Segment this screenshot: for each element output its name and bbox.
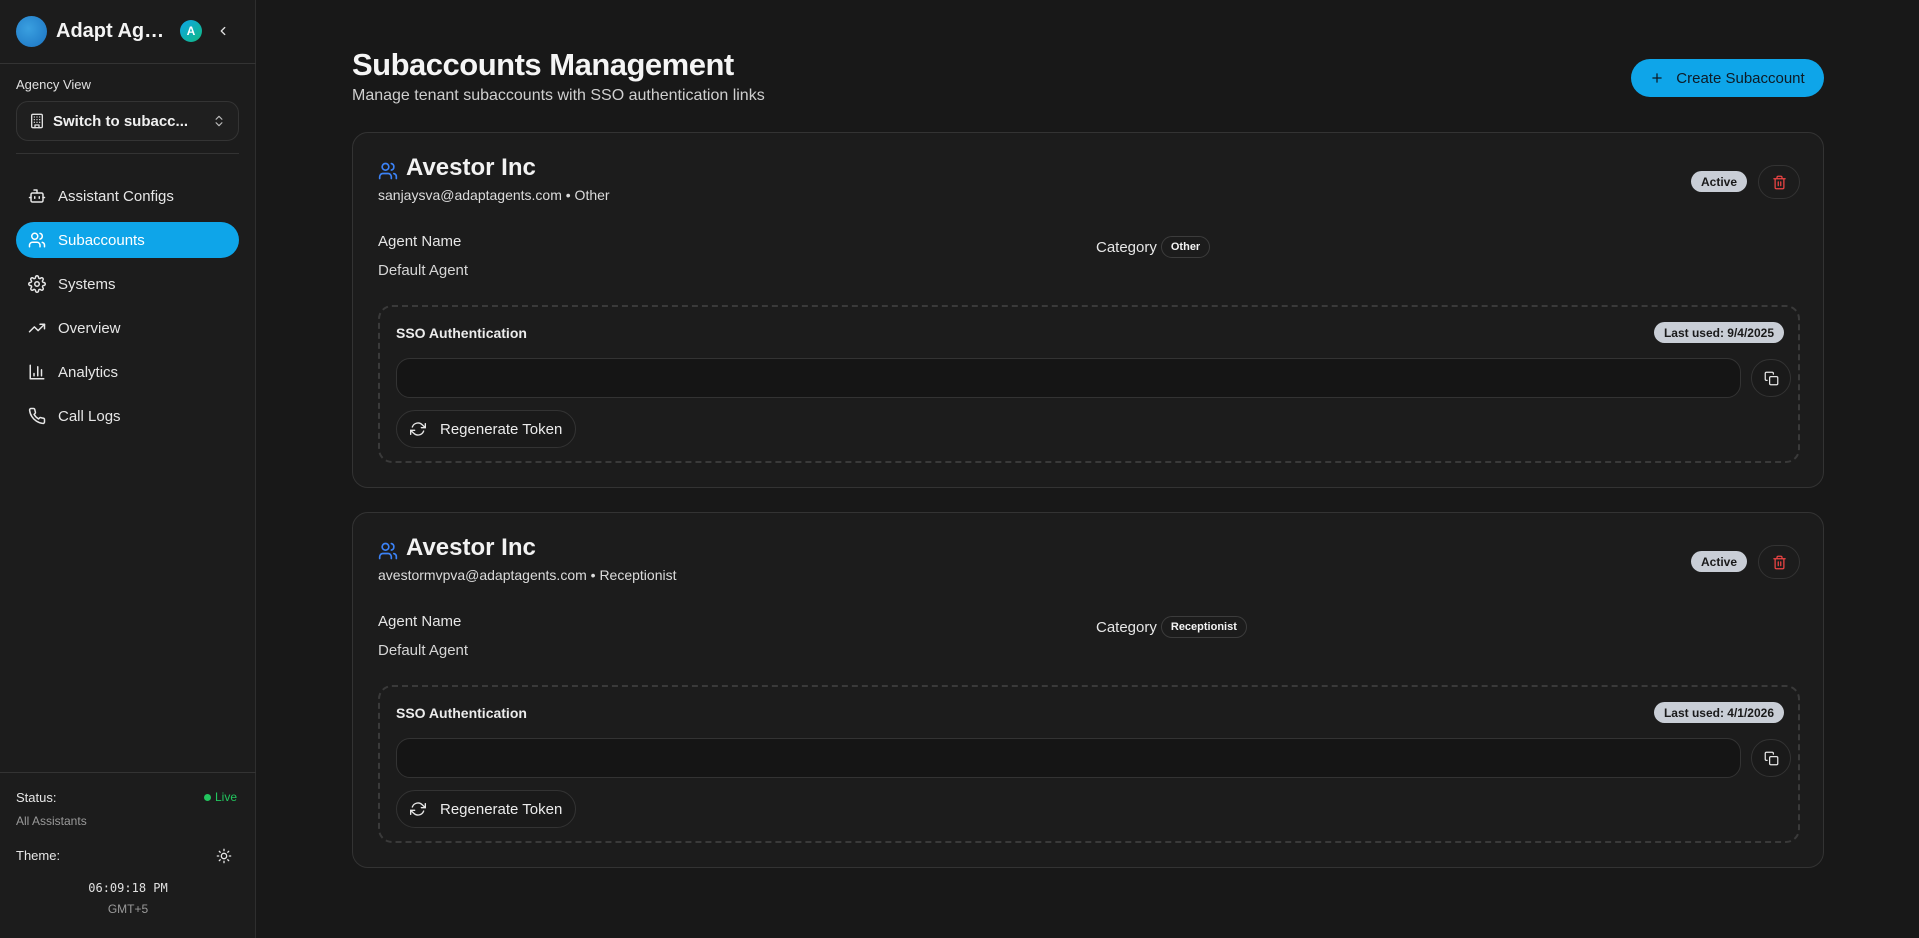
brand-name: Adapt Agents [56, 19, 174, 42]
status-label: Status: [16, 790, 57, 805]
sun-icon [216, 848, 232, 864]
users-icon [378, 542, 398, 560]
subaccount-switcher[interactable]: Switch to subacc... [16, 101, 239, 141]
bot-icon [28, 189, 46, 203]
users-icon [28, 232, 46, 248]
phone-icon [28, 407, 46, 425]
status-badge: Active [1691, 171, 1748, 192]
status-badge: Live [204, 790, 237, 804]
bar-chart-icon [29, 364, 45, 380]
sidebar-item-label: Call Logs [58, 407, 121, 425]
refresh-icon [410, 802, 426, 816]
theme-label: Theme: [16, 848, 61, 863]
brand[interactable]: Adapt Agents A [16, 15, 202, 47]
sidebar-item-systems[interactable]: Systems [16, 266, 239, 302]
category-chip: Other [1160, 236, 1211, 258]
sidebar-item-label: Analytics [58, 363, 119, 381]
delete-subaccount-button[interactable] [1758, 545, 1800, 579]
chevron-left-icon [220, 26, 226, 36]
sidebar-item-label: Systems [58, 275, 116, 293]
theme-toggle-button[interactable] [214, 846, 234, 866]
sidebar-item-label: Subaccounts [58, 231, 145, 249]
sso-title: SSO Authentication [396, 325, 527, 341]
trash-icon [1772, 175, 1786, 189]
category: Category Other [1096, 236, 1211, 258]
sidebar-item-label: Overview [58, 319, 121, 337]
building-icon [31, 113, 43, 129]
collapse-sidebar-button[interactable] [212, 20, 234, 42]
sidebar-item-call-logs[interactable]: Call Logs [16, 398, 239, 434]
create-subaccount-label: Create Subaccount [1676, 69, 1805, 87]
timezone: GMT+5 [107, 902, 149, 916]
sidebar: Adapt Agents A Agency View Switch to sub… [0, 0, 256, 938]
divider [0, 63, 256, 64]
category-label: Category [1096, 618, 1157, 636]
live-dot-icon [204, 793, 211, 801]
regenerate-token-label: Regenerate Token [440, 420, 563, 438]
subaccount-card: Avestor Inc avestormvpva@adaptagents.com… [352, 512, 1824, 868]
trending-up-icon [28, 323, 46, 333]
create-subaccount-button[interactable]: Create Subaccount [1631, 59, 1824, 97]
page-subtitle: Manage tenant subaccounts with SSO authe… [352, 87, 765, 104]
agent-name-value: Default Agent [378, 262, 469, 279]
regenerate-token-button[interactable]: Regenerate Token [396, 790, 577, 828]
plus-icon [1652, 73, 1663, 83]
sso-title: SSO Authentication [396, 705, 527, 721]
sso-token-field[interactable] [396, 738, 1741, 778]
sidebar-item-assistant-configs[interactable]: Assistant Configs [16, 178, 239, 214]
chevrons-up-down-icon [215, 115, 223, 127]
sso-section: SSO Authentication Last used: 4/1/2026 R… [378, 685, 1800, 843]
last-used-badge: Last used: 9/4/2025 [1653, 322, 1784, 343]
sidebar-item-overview[interactable]: Overview [16, 310, 239, 346]
regenerate-token-button[interactable]: Regenerate Token [396, 410, 577, 448]
refresh-icon [410, 422, 426, 436]
divider [16, 153, 239, 154]
trash-icon [1772, 555, 1786, 569]
agent-name-label: Agent Name [378, 233, 462, 250]
copy-icon [1764, 751, 1778, 765]
sidebar-nav: Assistant Configs Subaccounts Systems Ov… [16, 178, 239, 442]
copy-token-button[interactable] [1751, 739, 1791, 777]
divider [0, 772, 256, 773]
sidebar-item-analytics[interactable]: Analytics [16, 354, 239, 390]
category-chip: Receptionist [1160, 616, 1247, 638]
agency-view-label: Agency View [16, 77, 91, 92]
sidebar-item-label: Assistant Configs [58, 187, 174, 205]
copy-token-button[interactable] [1751, 359, 1791, 397]
avatar[interactable]: A [180, 20, 202, 42]
subaccount-card: Avestor Inc sanjaysva@adaptagents.com • … [352, 132, 1824, 488]
category-label: Category [1096, 238, 1157, 256]
brand-logo [16, 15, 47, 47]
switcher-label: Switch to subacc... [53, 112, 189, 130]
page-title: Subaccounts Management [352, 47, 734, 82]
assistants-label: All Assistants [16, 814, 87, 828]
sso-section: SSO Authentication Last used: 9/4/2025 R… [378, 305, 1800, 463]
users-icon [378, 162, 398, 180]
last-used-badge: Last used: 4/1/2026 [1653, 702, 1784, 723]
regenerate-token-label: Regenerate Token [440, 800, 563, 818]
sidebar-item-subaccounts[interactable]: Subaccounts [16, 222, 239, 258]
sso-token-field[interactable] [396, 358, 1741, 398]
gear-icon [28, 275, 46, 293]
category: Category Receptionist [1096, 616, 1247, 638]
subaccount-name: Avestor Inc [406, 534, 536, 561]
status-badge: Active [1691, 551, 1748, 572]
subaccount-meta: sanjaysva@adaptagents.com • Other [378, 187, 610, 203]
agent-name-label: Agent Name [378, 613, 462, 630]
status-value: Live [215, 790, 238, 804]
subaccount-meta: avestormvpva@adaptagents.com • Reception… [378, 567, 677, 583]
agent-name-value: Default Agent [378, 642, 469, 659]
delete-subaccount-button[interactable] [1758, 165, 1800, 199]
copy-icon [1764, 371, 1778, 385]
clock: 06:09:18 PM [88, 881, 168, 895]
subaccount-name: Avestor Inc [406, 154, 536, 181]
